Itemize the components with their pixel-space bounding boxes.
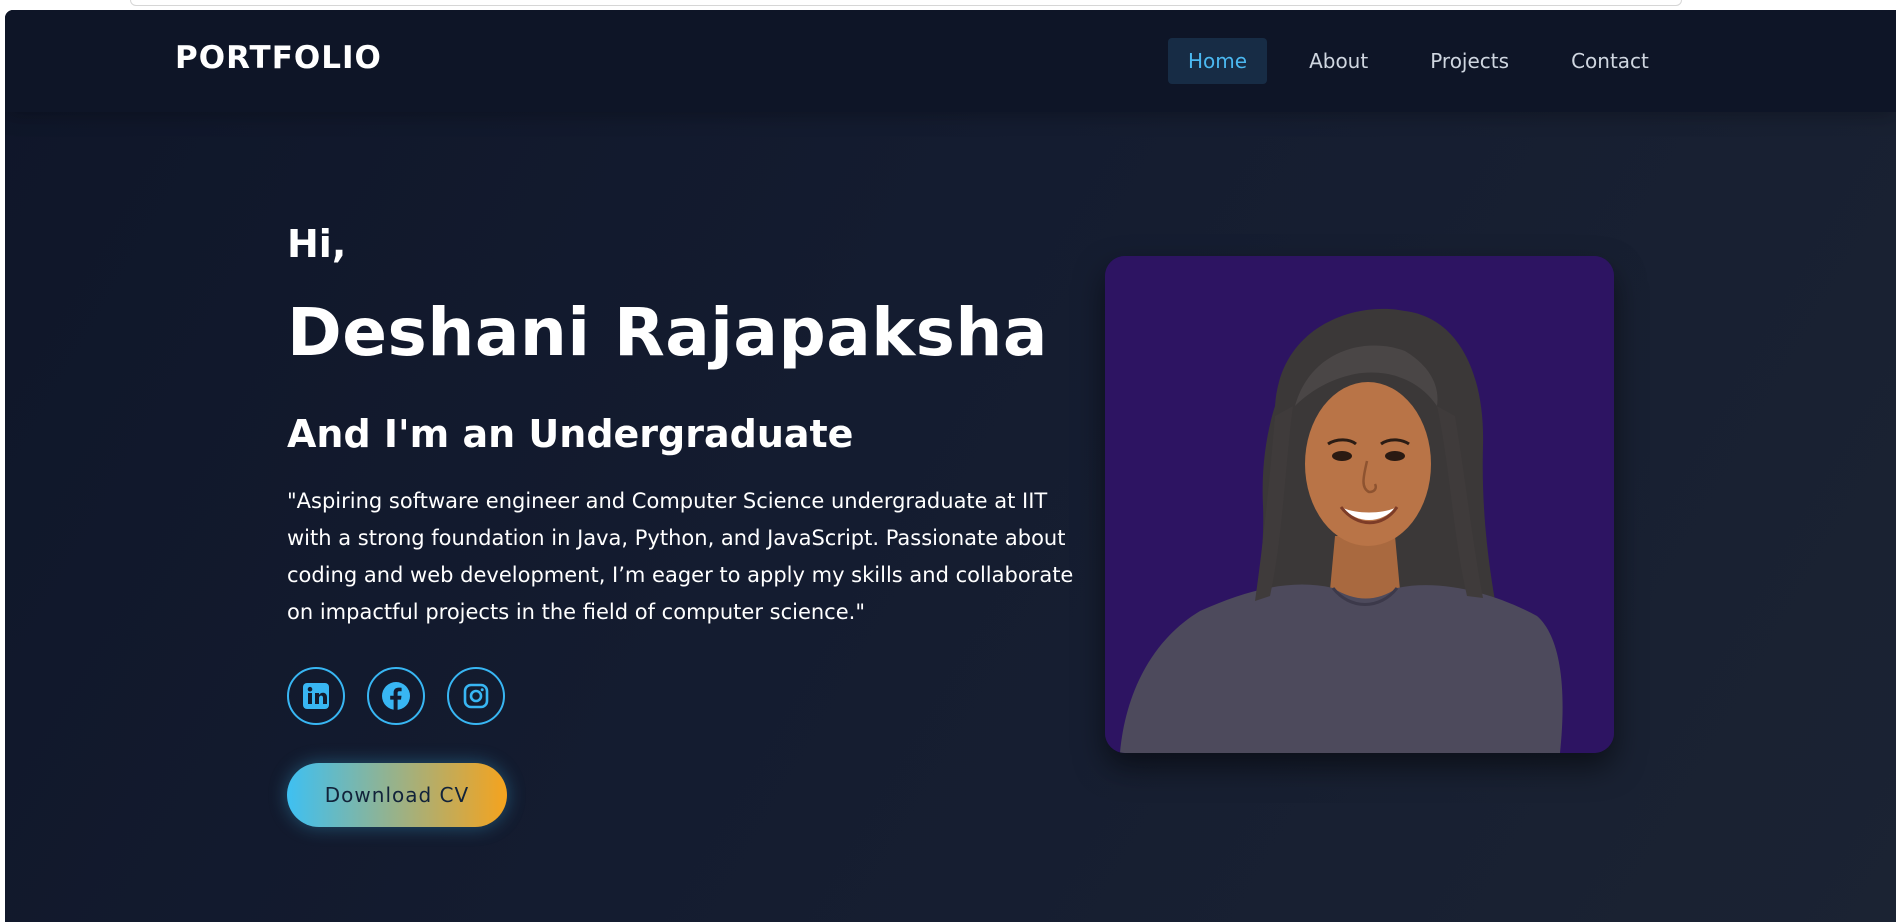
hero-greeting: Hi, <box>287 222 347 266</box>
nav-about[interactable]: About <box>1289 38 1388 84</box>
navbar: PORTFOLIO Home About Projects Contact <box>5 10 1896 112</box>
download-cv-button[interactable]: Download CV <box>287 763 507 827</box>
site-logo[interactable]: PORTFOLIO <box>175 40 382 76</box>
instagram-link[interactable] <box>447 667 505 725</box>
nav-links: Home About Projects Contact <box>1168 38 1669 84</box>
nav-contact[interactable]: Contact <box>1551 38 1669 84</box>
nav-home[interactable]: Home <box>1168 38 1268 84</box>
linkedin-icon <box>303 683 329 709</box>
hero-bio: "Aspiring software engineer and Computer… <box>287 489 1074 624</box>
facebook-icon <box>382 682 410 710</box>
facebook-link[interactable] <box>367 667 425 725</box>
linkedin-link[interactable] <box>287 667 345 725</box>
nav-projects[interactable]: Projects <box>1410 38 1529 84</box>
hero-name: Deshani Rajapaksha <box>287 294 1048 371</box>
social-links <box>287 667 505 725</box>
browser-chrome-strip <box>0 0 1896 10</box>
hero-role: And I'm an Undergraduate <box>287 412 854 456</box>
profile-photo <box>1105 256 1614 753</box>
instagram-icon <box>463 683 489 709</box>
profile-photo-illustration <box>1105 256 1614 753</box>
portfolio-page: PORTFOLIO Home About Projects Contact Hi… <box>5 10 1896 922</box>
address-bar[interactable] <box>130 0 1682 6</box>
